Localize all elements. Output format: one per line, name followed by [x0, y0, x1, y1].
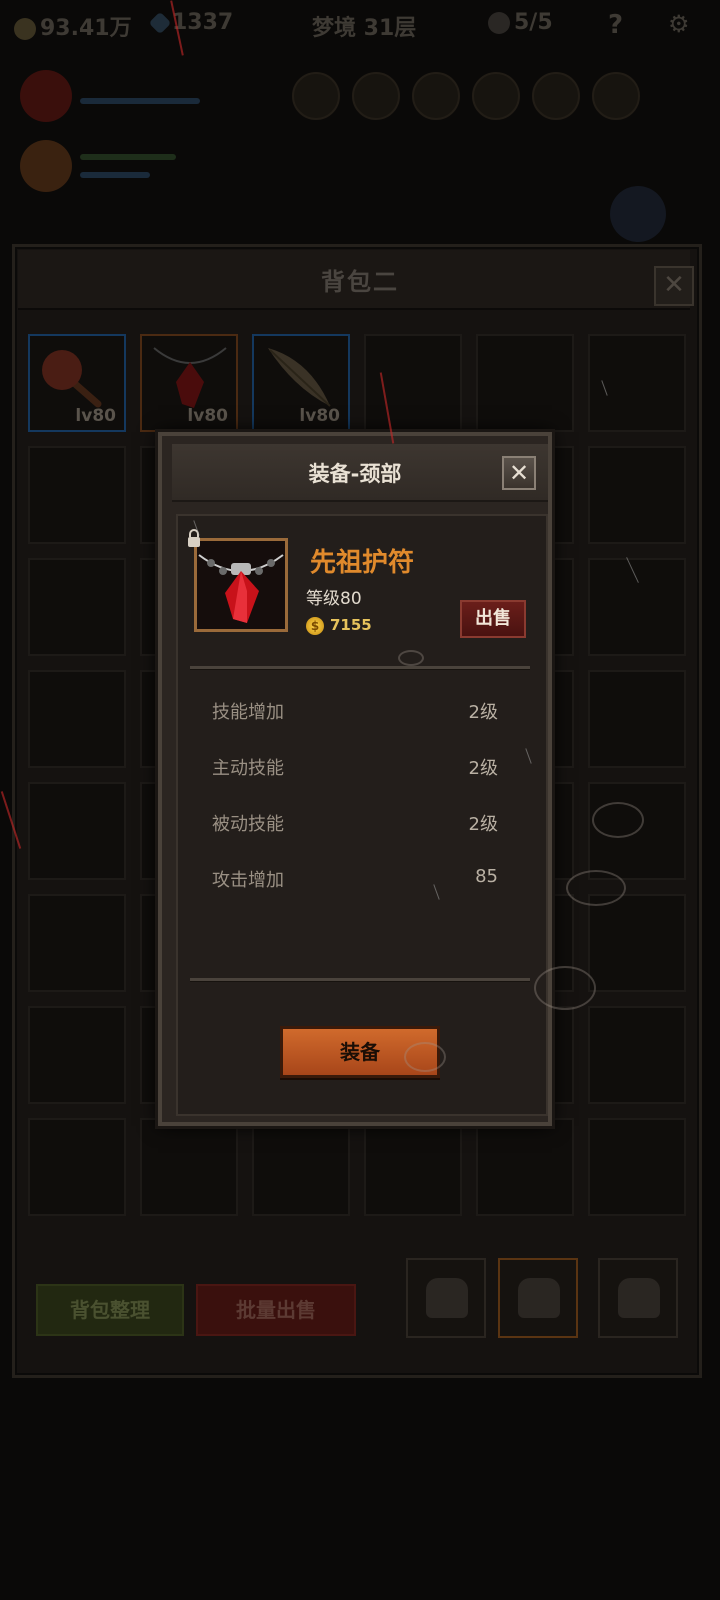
wind-swirl — [534, 966, 596, 1010]
stage-label: 梦境 31层 — [312, 16, 417, 41]
divider — [190, 978, 530, 982]
skull-icon — [488, 12, 510, 34]
backpack-tab-3[interactable] — [598, 1258, 678, 1338]
item-portrait — [194, 538, 288, 632]
lives-counter: 5/5 — [488, 10, 553, 35]
hero-portrait-2 — [20, 140, 200, 200]
hero-avatar — [20, 70, 72, 122]
backpack-tab-1[interactable] — [406, 1258, 486, 1338]
stat-value: 2级 — [468, 814, 498, 835]
stat-value: 2级 — [468, 702, 498, 723]
slot-level: lv80 — [187, 406, 228, 426]
skill-icon — [292, 72, 340, 120]
stat-value: 85 — [475, 866, 498, 887]
backpack-icon — [518, 1278, 560, 1318]
inventory-slot[interactable] — [28, 446, 126, 544]
item-price: 7155 — [330, 616, 372, 634]
feather-icon — [268, 348, 331, 407]
hero-bar — [80, 172, 150, 178]
inventory-slot[interactable] — [252, 1118, 350, 1216]
amulet-icon — [197, 541, 285, 629]
monster-icon — [610, 186, 666, 242]
gem-value: 1337 — [172, 10, 234, 35]
wind-swirl — [566, 870, 626, 906]
stat-label: 主动技能 — [212, 758, 284, 779]
gold-coin-icon — [14, 18, 36, 40]
backpack-tab-2[interactable] — [498, 1258, 578, 1338]
top-status-bar: 93.41万 1337 梦境 31层 5/5 ? ⚙ — [0, 0, 720, 52]
inventory-slot-amulet[interactable]: lv80 — [140, 334, 238, 432]
skill-icon — [352, 72, 400, 120]
gold-counter: 93.41万 — [14, 10, 132, 42]
stat-label: 被动技能 — [212, 814, 284, 835]
wind-swirl — [398, 650, 424, 666]
inventory-slot[interactable] — [588, 558, 686, 656]
stat-label: 技能增加 — [212, 702, 284, 723]
gear-icon[interactable]: ⚙ — [668, 10, 690, 38]
skill-icon — [472, 72, 520, 120]
hero-bar — [80, 98, 200, 104]
coin-icon: $ — [306, 617, 324, 635]
inventory-slot[interactable] — [588, 1118, 686, 1216]
item-level: 等级80 — [306, 589, 362, 609]
inventory-slot[interactable] — [28, 1006, 126, 1104]
inventory-slot-mace[interactable]: lv80 — [28, 334, 126, 432]
inventory-slot[interactable] — [588, 670, 686, 768]
wind-swirl — [404, 1042, 446, 1072]
inventory-slot-feather[interactable]: lv80 — [252, 334, 350, 432]
hero-portrait-1 — [20, 70, 200, 130]
batch-sell-button[interactable]: 批量出售 — [196, 1284, 356, 1336]
skill-icon — [412, 72, 460, 120]
backpack-close-button[interactable]: ✕ — [654, 266, 694, 306]
wind-swirl — [592, 802, 644, 838]
item-name: 先祖护符 — [310, 548, 415, 578]
stat-label: 攻击增加 — [212, 870, 284, 891]
hero-avatar — [20, 140, 72, 192]
gem-counter: 1337 — [148, 10, 234, 35]
mace-icon — [42, 350, 102, 408]
dialog-title: 装备-颈部 — [308, 462, 402, 486]
inventory-slot[interactable] — [364, 334, 462, 432]
inventory-slot[interactable] — [588, 1006, 686, 1104]
question-icon[interactable]: ? — [608, 10, 623, 40]
divider — [190, 666, 530, 670]
backpack-icon — [618, 1278, 660, 1318]
inventory-slot[interactable] — [588, 894, 686, 992]
stat-value: 2级 — [468, 758, 498, 779]
skill-icon — [532, 72, 580, 120]
inventory-slot[interactable] — [28, 782, 126, 880]
inventory-slot[interactable] — [364, 1118, 462, 1216]
inventory-slot[interactable] — [476, 1118, 574, 1216]
diamond-icon — [148, 11, 172, 35]
inventory-slot[interactable] — [476, 334, 574, 432]
inventory-slot[interactable] — [140, 1118, 238, 1216]
skill-icon — [592, 72, 640, 120]
slot-level: lv80 — [75, 406, 116, 426]
inventory-slot[interactable] — [28, 1118, 126, 1216]
lock-icon[interactable] — [186, 528, 202, 548]
lives-value: 5/5 — [514, 10, 553, 35]
inventory-slot[interactable] — [28, 894, 126, 992]
backpack-title: 背包二 — [321, 268, 399, 296]
slot-level: lv80 — [299, 406, 340, 426]
dialog-close-button[interactable]: ✕ — [502, 456, 536, 490]
hero-bar — [80, 154, 176, 160]
gold-value: 93.41万 — [40, 16, 132, 41]
backpack-icon — [426, 1278, 468, 1318]
inventory-slot[interactable] — [28, 558, 126, 656]
sort-backpack-button[interactable]: 背包整理 — [36, 1284, 184, 1336]
inventory-slot[interactable] — [28, 670, 126, 768]
sell-button[interactable]: 出售 — [460, 600, 526, 638]
inventory-slot[interactable] — [588, 446, 686, 544]
